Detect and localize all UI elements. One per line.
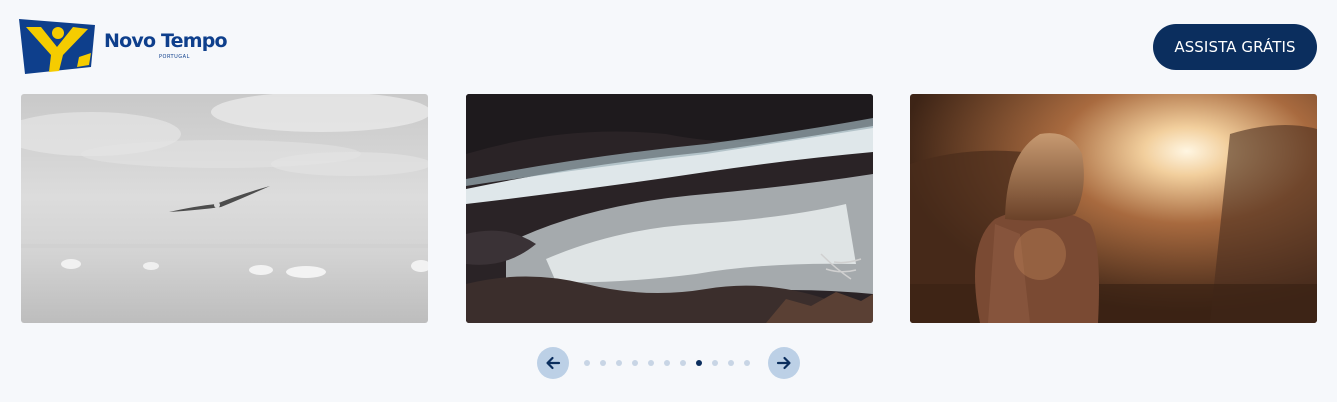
carousel-dot[interactable] <box>600 360 606 366</box>
carousel-prev-button[interactable] <box>537 347 569 379</box>
carousel-slide-seagull[interactable] <box>21 94 428 323</box>
carousel-dot[interactable] <box>664 360 670 366</box>
site-header: Novo Tempo PORTUGAL ASSISTA GRÁTIS <box>0 0 1337 94</box>
carousel-slide-sunset[interactable] <box>910 94 1317 323</box>
logo-name: Novo Tempo <box>104 30 228 52</box>
carousel-dot[interactable] <box>680 360 686 366</box>
arrow-left-icon <box>546 356 561 370</box>
sunset-woman-image <box>910 94 1317 323</box>
carousel-next-button[interactable] <box>768 347 800 379</box>
ocean-waves-image <box>466 94 873 323</box>
logo-link[interactable]: Novo Tempo PORTUGAL <box>17 17 228 75</box>
logo-figure-icon <box>19 19 95 74</box>
logo-subtitle: PORTUGAL <box>159 54 190 60</box>
carousel-dot[interactable] <box>728 360 734 366</box>
carousel-dot[interactable] <box>632 360 638 366</box>
carousel-dot-active[interactable] <box>696 360 702 366</box>
carousel-dot[interactable] <box>584 360 590 366</box>
seagull-image <box>21 94 428 323</box>
carousel-dot[interactable] <box>616 360 622 366</box>
carousel-pagination <box>584 360 750 368</box>
arrow-right-icon <box>776 356 791 370</box>
carousel-dot[interactable] <box>648 360 654 366</box>
watch-free-button[interactable]: ASSISTA GRÁTIS <box>1153 24 1317 70</box>
carousel-dot[interactable] <box>744 360 750 366</box>
carousel-slide-waves[interactable] <box>466 94 873 323</box>
carousel-dot[interactable] <box>712 360 718 366</box>
